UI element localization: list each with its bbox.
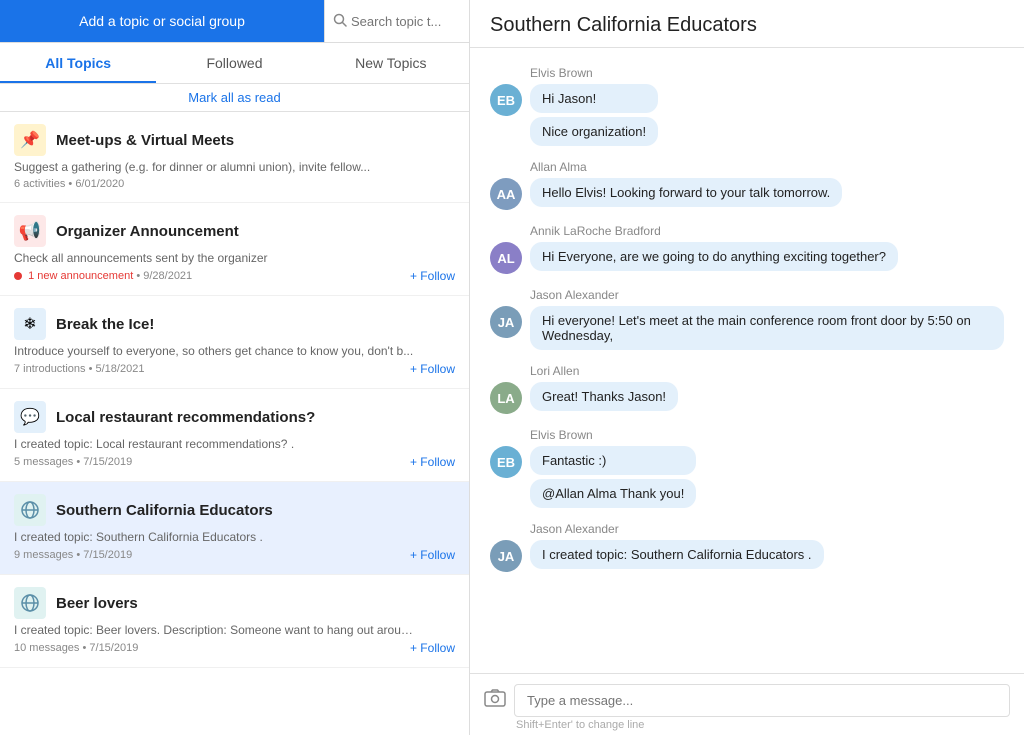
chat-area: Elvis Brown EB Hi Jason! Nice organizati… [470, 48, 1024, 673]
avatar-2: AL [490, 242, 522, 274]
search-input[interactable] [351, 14, 461, 29]
chat-messages-6: I created topic: Southern California Edu… [530, 540, 824, 569]
chat-bubble-4-0: Great! Thanks Jason! [530, 382, 678, 411]
chat-bubble-6-0: I created topic: Southern California Edu… [530, 540, 824, 569]
right-header: Southern California Educators [470, 0, 1024, 48]
follow-button-breakice[interactable]: + Follow [410, 362, 455, 376]
tab-new-topics[interactable]: New Topics [313, 43, 469, 83]
chat-block-6: Jason Alexander JA I created topic: Sout… [490, 522, 1004, 572]
chat-row-4: LA Great! Thanks Jason! [490, 382, 1004, 414]
topic-item-restaurant[interactable]: 💬 Local restaurant recommendations? I cr… [0, 389, 469, 482]
chat-row-3: JA Hi everyone! Let's meet at the main c… [490, 306, 1004, 350]
search-icon [333, 13, 347, 30]
topics-list: 📌 Meet-ups & Virtual Meets Suggest a gat… [0, 112, 469, 735]
topic-item-beer[interactable]: Beer lovers I created topic: Beer lovers… [0, 575, 469, 668]
chat-block-1: Allan Alma AA Hello Elvis! Looking forwa… [490, 160, 1004, 210]
chat-bubble-5-1: @Allan Alma Thank you! [530, 479, 696, 508]
topic-icon-socal [14, 494, 46, 526]
follow-button-restaurant[interactable]: + Follow [410, 455, 455, 469]
avatar-5: EB [490, 446, 522, 478]
chat-block-5: Elvis Brown EB Fantastic :) @Allan Alma … [490, 428, 1004, 508]
chat-messages-2: Hi Everyone, are we going to do anything… [530, 242, 898, 271]
chat-messages-5: Fantastic :) @Allan Alma Thank you! [530, 446, 696, 508]
chat-row-0: EB Hi Jason! Nice organization! [490, 84, 1004, 146]
tabs-row: All Topics Followed New Topics [0, 43, 469, 84]
chat-messages-1: Hello Elvis! Looking forward to your tal… [530, 178, 842, 207]
chat-messages-4: Great! Thanks Jason! [530, 382, 678, 411]
camera-icon[interactable] [484, 689, 506, 712]
chat-messages-0: Hi Jason! Nice organization! [530, 84, 658, 146]
topic-icon-restaurant: 💬 [14, 401, 46, 433]
chat-message-input[interactable] [514, 684, 1010, 717]
chat-block-2: Annik LaRoche Bradford AL Hi Everyone, a… [490, 224, 1004, 274]
follow-button-beer[interactable]: + Follow [410, 641, 455, 655]
follow-button-socal[interactable]: + Follow [410, 548, 455, 562]
right-panel: Southern California Educators Elvis Brow… [470, 0, 1024, 735]
chat-row-6: JA I created topic: Southern California … [490, 540, 1004, 572]
add-topic-button[interactable]: Add a topic or social group [0, 0, 324, 42]
chat-row-5: EB Fantastic :) @Allan Alma Thank you! [490, 446, 1004, 508]
chat-bubble-3-0: Hi everyone! Let's meet at the main conf… [530, 306, 1004, 350]
chat-row-2: AL Hi Everyone, are we going to do anyth… [490, 242, 1004, 274]
search-box [324, 0, 469, 42]
topic-item-organizer[interactable]: 📢 Organizer Announcement Check all annou… [0, 203, 469, 296]
chat-row-1: AA Hello Elvis! Looking forward to your … [490, 178, 1004, 210]
chat-messages-3: Hi everyone! Let's meet at the main conf… [530, 306, 1004, 350]
left-panel: Add a topic or social group All Topics F… [0, 0, 470, 735]
left-header: Add a topic or social group [0, 0, 469, 43]
topic-icon-meetups: 📌 [14, 124, 46, 156]
topic-item-breakice[interactable]: ❄ Break the Ice! Introduce yourself to e… [0, 296, 469, 389]
app-layout: Add a topic or social group All Topics F… [0, 0, 1024, 735]
topic-icon-breakice: ❄ [14, 308, 46, 340]
tab-followed[interactable]: Followed [156, 43, 312, 83]
avatar-1: AA [490, 178, 522, 210]
avatar-4: LA [490, 382, 522, 414]
chat-bubble-0-1: Nice organization! [530, 117, 658, 146]
topic-icon-organizer: 📢 [14, 215, 46, 247]
follow-button-organizer[interactable]: + Follow [410, 269, 455, 283]
chat-bubble-5-0: Fantastic :) [530, 446, 696, 475]
topic-item-socal[interactable]: Southern California Educators I created … [0, 482, 469, 575]
avatar-0: EB [490, 84, 522, 116]
chat-title: Southern California Educators [490, 14, 757, 36]
chat-block-3: Jason Alexander JA Hi everyone! Let's me… [490, 288, 1004, 350]
tab-all-topics[interactable]: All Topics [0, 43, 156, 83]
chat-bubble-2-0: Hi Everyone, are we going to do anything… [530, 242, 898, 271]
chat-input-area: Shift+Enter' to change line [470, 673, 1024, 735]
mark-all-read-button[interactable]: Mark all as read [0, 84, 469, 112]
chat-hint: Shift+Enter' to change line [516, 719, 1010, 731]
chat-bubble-0-0: Hi Jason! [530, 84, 658, 113]
announcement-dot [14, 272, 22, 280]
chat-block-0: Elvis Brown EB Hi Jason! Nice organizati… [490, 66, 1004, 146]
chat-bubble-1-0: Hello Elvis! Looking forward to your tal… [530, 178, 842, 207]
topic-item-meetups[interactable]: 📌 Meet-ups & Virtual Meets Suggest a gat… [0, 112, 469, 203]
avatar-3: JA [490, 306, 522, 338]
chat-input-row [484, 684, 1010, 717]
topic-icon-beer [14, 587, 46, 619]
avatar-6: JA [490, 540, 522, 572]
chat-block-4: Lori Allen LA Great! Thanks Jason! [490, 364, 1004, 414]
